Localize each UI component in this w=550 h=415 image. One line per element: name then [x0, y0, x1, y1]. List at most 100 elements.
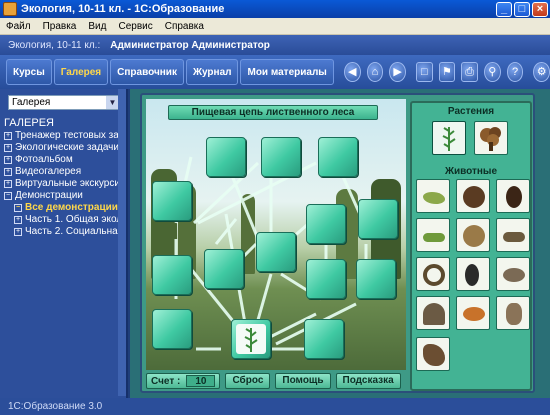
tree-item-label: Часть 1. Общая экол — [25, 214, 120, 225]
score-display: Счет : 10 — [146, 373, 221, 389]
hedgehog-icon[interactable] — [416, 296, 450, 330]
tree-item-virtual-tours[interactable]: + Виртуальные экскурсии — [4, 178, 120, 190]
chain-slot[interactable] — [306, 204, 346, 244]
chain-slot[interactable] — [204, 249, 244, 289]
tab-journal[interactable]: Журнал — [185, 59, 239, 85]
menu-edit[interactable]: Правка — [37, 21, 83, 32]
collapse-icon[interactable]: − — [4, 192, 12, 200]
plants-header: Растения — [447, 106, 495, 117]
chain-slot[interactable] — [206, 137, 246, 177]
tree-item-part2[interactable]: + Часть 2. Социальная — [4, 226, 120, 238]
mole-icon[interactable] — [456, 179, 490, 213]
maximize-button[interactable]: □ — [514, 1, 530, 17]
app-header: Экология, 10-11 кл.: Администратор Админ… — [0, 35, 550, 55]
close-button[interactable]: × — [532, 1, 548, 17]
menu-view[interactable]: Вид — [82, 21, 112, 32]
tab-gallery[interactable]: Галерея — [53, 59, 109, 85]
frog-icon[interactable] — [456, 218, 490, 252]
tab-my-materials[interactable]: Мои материалы — [240, 59, 334, 85]
gallery-tree: ГАЛЕРЕЯ + Тренажер тестовых зада + Экологи… — [4, 117, 120, 238]
status-bar: 1С:Образование 3.0 — [0, 398, 550, 415]
title-bar: Экология, 10-11 кл. - 1С:Образование _ □… — [0, 0, 550, 18]
chain-slot[interactable] — [356, 259, 396, 299]
expand-icon[interactable]: + — [4, 156, 12, 164]
tree-root: ГАЛЕРЕЯ — [4, 117, 54, 129]
expand-icon[interactable]: + — [4, 168, 12, 176]
sidebar: Галерея ▼ ГАЛЕРЕЯ + Тренажер тестовых зад… — [0, 89, 128, 398]
sidebar-scrollbar[interactable] — [118, 89, 126, 396]
chain-slot[interactable] — [358, 199, 398, 239]
food-chain-board: Пищевая цепь лиственного леса Счет: 10 … — [140, 93, 535, 393]
expand-icon[interactable]: + — [4, 144, 12, 152]
back-icon[interactable]: ◀ — [343, 62, 361, 82]
expand-icon[interactable]: + — [14, 228, 22, 236]
magpie-icon[interactable] — [456, 257, 490, 291]
collapse-icon[interactable]: − — [14, 204, 22, 212]
app-icon — [3, 2, 17, 16]
print-icon[interactable]: ⎙ — [461, 62, 478, 82]
chain-slot[interactable] — [152, 181, 192, 221]
chain-slot-filled[interactable] — [231, 319, 271, 359]
section-select[interactable]: Галерея ▼ — [8, 95, 120, 110]
hint-button[interactable]: Подсказка — [335, 373, 401, 389]
tab-courses[interactable]: Курсы — [6, 59, 52, 85]
tree-item-label: Тренажер тестовых зада — [15, 130, 120, 141]
search-icon[interactable]: ⚲ — [483, 62, 501, 82]
tree-item-label: Фотоальбом — [15, 154, 73, 165]
chain-slot[interactable] — [261, 137, 301, 177]
tree-item-photoalbum[interactable]: + Фотоальбом — [4, 154, 120, 166]
score-value: 10 — [186, 375, 216, 387]
caterpillar-icon[interactable] — [416, 218, 450, 252]
crop-icon[interactable]: □ — [415, 62, 433, 82]
organism-palette: Растения Животные — [410, 101, 532, 391]
tree-item-part1[interactable]: + Часть 1. Общая экол — [4, 214, 120, 226]
beetle-icon[interactable] — [496, 179, 530, 213]
tree-item-videogallery[interactable]: + Видеогалерея — [4, 166, 120, 178]
tree-item-demonstrations[interactable]: − Демонстрации — [4, 190, 120, 202]
snake-icon[interactable] — [416, 257, 450, 291]
minimize-button[interactable]: _ — [496, 1, 512, 17]
oak-tree-icon[interactable] — [474, 121, 508, 155]
grasshopper-icon[interactable] — [416, 179, 450, 213]
reset-button[interactable]: Сброс — [225, 373, 271, 389]
owl-icon[interactable] — [496, 296, 530, 330]
chain-slot[interactable] — [152, 309, 192, 349]
tab-reference[interactable]: Справочник — [110, 59, 184, 85]
course-name: Экология, 10-11 кл.: — [8, 39, 101, 51]
home-icon[interactable]: ⌂ — [366, 62, 384, 82]
forward-icon[interactable]: ▶ — [389, 62, 406, 82]
tree-item-all-demos[interactable]: − Все демонстрации — [4, 202, 120, 214]
menu-help[interactable]: Справка — [159, 21, 210, 32]
tree-item-eco-tasks[interactable]: + Экологические задачи — [4, 142, 120, 154]
expand-icon[interactable]: + — [4, 132, 12, 140]
game-controls: Счет : 10 Сброс Помощь Подсказка — [146, 370, 408, 392]
grass-icon[interactable] — [432, 121, 466, 155]
menu-bar: Файл Правка Вид Сервис Справка — [0, 18, 550, 35]
window-title: Экология, 10-11 кл. - 1С:Образование — [21, 3, 225, 15]
animals-header: Животные — [444, 166, 498, 177]
chain-slot[interactable] — [318, 137, 358, 177]
expand-icon[interactable]: + — [14, 216, 22, 224]
hawk-icon[interactable] — [416, 337, 450, 371]
score-label: Счет : — [151, 375, 181, 387]
settings-icon[interactable]: ⚙ — [533, 62, 550, 82]
expand-icon[interactable]: + — [4, 180, 12, 188]
chain-slot[interactable] — [306, 259, 346, 299]
chain-slot[interactable] — [256, 232, 296, 272]
chain-slot[interactable] — [152, 255, 192, 295]
help-button[interactable]: Помощь — [275, 373, 331, 389]
flag-icon[interactable]: ⚑ — [438, 62, 456, 82]
content-area: Пищевая цепь лиственного леса Счет: 10 … — [130, 89, 550, 398]
help-icon[interactable]: ? — [506, 62, 524, 82]
tree-item-label: Экологические задачи — [15, 142, 119, 153]
forest-scene: Пищевая цепь лиственного леса — [146, 99, 406, 370]
tree-item-tests[interactable]: + Тренажер тестовых зада — [4, 130, 120, 142]
menu-service[interactable]: Сервис — [112, 21, 158, 32]
lizard-icon[interactable] — [496, 218, 530, 252]
bird-icon[interactable] — [496, 257, 530, 291]
fox-icon[interactable] — [456, 296, 490, 330]
toolbar: Курсы Галерея Справочник Журнал Мои мате… — [0, 55, 550, 89]
menu-file[interactable]: Файл — [0, 21, 37, 32]
tree-item-label: Видеогалерея — [15, 166, 82, 177]
chain-slot[interactable] — [304, 319, 344, 359]
